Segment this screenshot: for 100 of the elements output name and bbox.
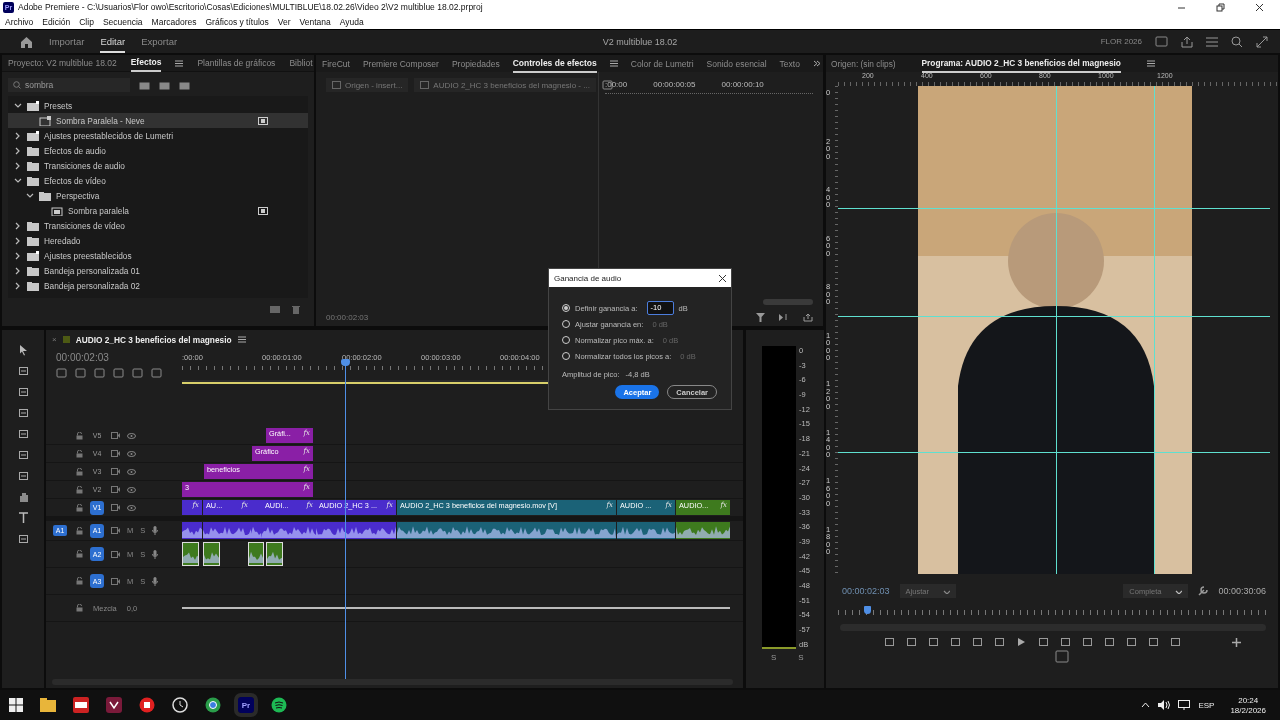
panel-tab[interactable]: Origen: (sin clips) — [831, 55, 896, 72]
scrollbar[interactable] — [52, 679, 733, 685]
clock-date[interactable]: 18/2/2026 — [1230, 705, 1266, 715]
home-icon[interactable] — [20, 35, 33, 48]
tree-item[interactable]: Perspectiva — [8, 188, 308, 203]
chevron-right-icon[interactable] — [14, 131, 22, 140]
source-chip[interactable]: AUDIO 2_HC 3 beneficios del magnesio - ... — [414, 78, 596, 92]
menu-item[interactable]: Marcadores — [151, 16, 197, 27]
list-icon[interactable] — [1206, 36, 1218, 47]
menu-item[interactable]: Ayuda — [339, 16, 364, 27]
play-icon[interactable] — [1015, 637, 1027, 647]
folder-icon[interactable] — [40, 698, 56, 712]
microphone-icon[interactable] — [152, 526, 159, 535]
tree-item[interactable]: Ajustes preestablecidos — [8, 248, 308, 263]
panel-tab[interactable]: FireCut — [322, 55, 350, 72]
audio-clip[interactable] — [248, 542, 264, 566]
film-icon[interactable] — [111, 486, 120, 493]
chevron-right-icon[interactable] — [14, 146, 22, 155]
tree-item[interactable]: Transiciones de vídeo — [8, 218, 308, 233]
type-icon[interactable] — [17, 512, 29, 524]
search-icon[interactable] — [1231, 35, 1243, 48]
lock-icon[interactable] — [76, 604, 83, 612]
panel-icon[interactable] — [1155, 36, 1168, 47]
panel-menu-icon[interactable] — [609, 60, 618, 67]
microphone-icon[interactable] — [152, 549, 159, 559]
lock-icon[interactable] — [76, 503, 83, 512]
film-icon[interactable] — [111, 504, 120, 511]
keyboard-language[interactable]: ESP — [1198, 700, 1215, 710]
trash-icon[interactable] — [292, 305, 300, 314]
chevron-right-icon[interactable] — [14, 266, 22, 275]
lock-icon[interactable] — [76, 550, 83, 558]
add-icon[interactable] — [1231, 637, 1241, 647]
film-icon[interactable] — [111, 527, 120, 534]
audio-clip[interactable] — [397, 522, 616, 539]
circle-app-icon[interactable] — [172, 697, 188, 713]
menu-item[interactable]: Gráficos y títulos — [205, 16, 269, 27]
menu-item[interactable]: Clip — [79, 16, 94, 27]
audio-clip[interactable] — [203, 542, 220, 566]
lock-icon[interactable] — [76, 526, 83, 535]
tree-item[interactable]: Bandeja personalizada 01 — [8, 263, 308, 278]
tree-item[interactable]: Sombra paralela — [8, 203, 308, 218]
chevron-right-icon[interactable] — [14, 281, 22, 290]
audio-clip[interactable] — [676, 522, 730, 539]
lock-icon[interactable] — [76, 485, 83, 494]
microphone-icon[interactable] — [152, 576, 159, 586]
menu-item[interactable]: Archivo — [5, 16, 34, 27]
film-icon[interactable] — [111, 468, 120, 475]
play-audio-icon[interactable] — [779, 313, 789, 322]
audio-clip[interactable] — [182, 542, 199, 566]
chevron-right-icon[interactable] — [14, 161, 22, 170]
close-icon[interactable] — [719, 274, 726, 282]
circle-app-icon[interactable] — [205, 697, 221, 713]
audio-clip[interactable] — [266, 542, 283, 566]
chevron-right-icon[interactable] — [14, 251, 22, 260]
selection-tool-icon[interactable] — [17, 344, 29, 356]
eye-icon[interactable] — [127, 486, 136, 493]
restore-icon[interactable] — [1216, 2, 1225, 12]
share-icon[interactable] — [1181, 35, 1193, 48]
speaker-icon[interactable] — [1158, 700, 1171, 710]
eye-icon[interactable] — [127, 504, 136, 511]
tree-item[interactable]: Heredado — [8, 233, 308, 248]
clock-time[interactable]: 20:24 — [1238, 695, 1259, 705]
lock-icon[interactable] — [76, 449, 83, 458]
panel-tab[interactable]: Premiere Composer — [362, 55, 439, 72]
network-icon[interactable] — [1178, 700, 1191, 710]
panel-tab[interactable]: Efectos — [130, 55, 162, 72]
four-squares-icon[interactable] — [9, 698, 23, 712]
caret-up-icon[interactable] — [1141, 702, 1151, 708]
scrollbar[interactable] — [763, 299, 813, 305]
eye-icon[interactable] — [127, 432, 136, 439]
lock-icon[interactable] — [76, 467, 83, 476]
close-icon[interactable] — [1255, 2, 1264, 12]
film-icon[interactable] — [111, 450, 120, 457]
film-icon[interactable] — [111, 432, 120, 439]
panel-tab[interactable]: Controles de efectos — [512, 55, 597, 73]
tree-item[interactable]: Presets — [8, 98, 308, 113]
panel-tab[interactable]: Propiedades — [451, 55, 500, 72]
audio-clip[interactable] — [203, 522, 251, 539]
tree-item[interactable]: Transiciones de audio — [8, 158, 308, 173]
circle-app-icon[interactable] — [139, 697, 155, 713]
tree-item[interactable]: Sombra Paralela - Neve — [8, 113, 308, 128]
menu-item[interactable]: Ventana — [299, 16, 331, 27]
eye-icon[interactable] — [127, 450, 136, 457]
panel-tab[interactable]: Proyecto: V2 multiblue 18.02 — [8, 55, 117, 71]
panel-tab[interactable]: Bibliot — [289, 55, 313, 71]
filter-icon[interactable] — [756, 313, 765, 322]
export-icon[interactable] — [803, 313, 813, 322]
menu-item[interactable]: Ver — [277, 16, 291, 27]
overflow-icon[interactable] — [812, 60, 821, 67]
close-button[interactable]: × — [52, 335, 57, 344]
film-icon[interactable] — [111, 550, 120, 558]
chevron-down-icon[interactable] — [14, 101, 22, 110]
chevron-down-icon[interactable] — [26, 191, 34, 200]
panel-menu-icon[interactable] — [1146, 60, 1155, 67]
panel-tab[interactable]: Programa: AUDIO 2_HC 3 beneficios del magnesio — [921, 55, 1121, 73]
menu-item[interactable]: Edición — [42, 16, 71, 27]
new-folder-icon[interactable] — [270, 305, 280, 313]
lock-icon[interactable] — [76, 577, 83, 585]
panel-tab[interactable]: Plantillas de gráficos — [197, 55, 276, 71]
menu-item[interactable]: Secuencia — [102, 16, 143, 27]
